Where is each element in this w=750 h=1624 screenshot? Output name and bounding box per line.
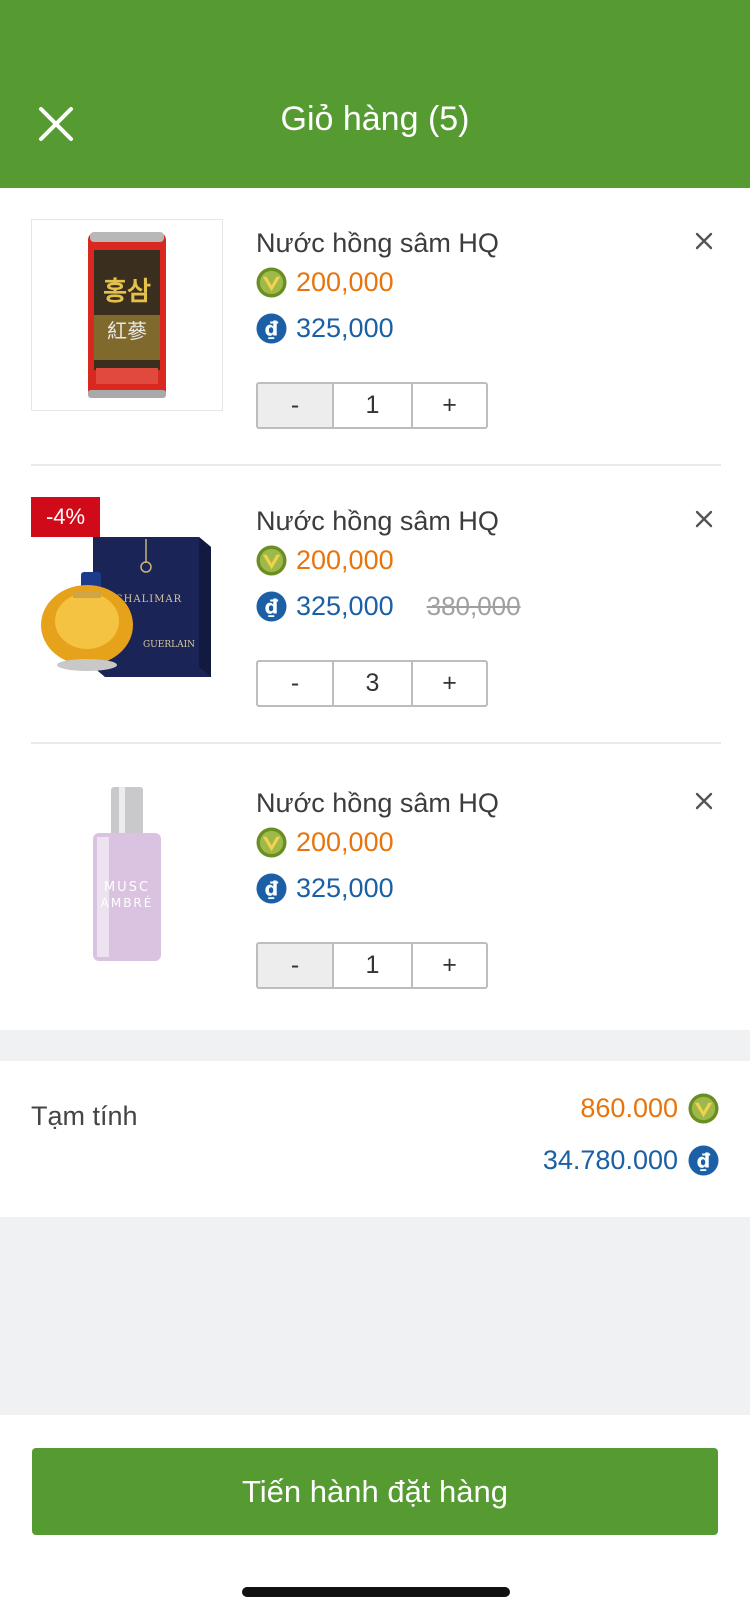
quantity-stepper: - 3 + — [256, 660, 488, 707]
increase-button[interactable]: + — [413, 944, 486, 987]
old-price: 380,000 — [426, 590, 521, 621]
decrease-button[interactable]: - — [258, 944, 334, 987]
svg-text:SHALIMAR: SHALIMAR — [116, 594, 182, 605]
price-vnd-row: ₫ 325,000 380,000 — [256, 589, 521, 623]
product-name[interactable]: Nước hồng sâm HQ — [256, 788, 499, 819]
subtotal-vnd: 34.780.000 — [542, 1145, 678, 1175]
app-header: Giỏ hàng (5) — [0, 0, 750, 188]
cart-item: MUSC AMBRÉ Nước hồng sâm HQ 200,000 ₫ 32… — [31, 748, 721, 1026]
svg-text:AMBRÉ: AMBRÉ — [101, 895, 154, 910]
divider-band — [0, 1030, 750, 1061]
quantity-stepper: - 1 + — [256, 942, 488, 989]
svg-text:₫: ₫ — [265, 317, 279, 340]
product-image[interactable]: -4% SHALIMAR GUERLAIN — [31, 497, 223, 689]
page-title: Giỏ hàng (5) — [280, 100, 470, 138]
ginseng-can-image: 홍삼 紅蔘 — [32, 220, 222, 410]
quantity-value[interactable]: 1 — [334, 384, 413, 427]
dong-icon: ₫ — [256, 872, 287, 904]
subtotal-vnd-row: 34.780.000 ₫ — [543, 1145, 719, 1176]
cart-item: -4% SHALIMAR GUERLAIN Nước hồng sâm HQ 2… — [31, 466, 721, 744]
price-vnd: 325,000 — [296, 312, 394, 343]
svg-text:홍삼: 홍삼 — [103, 277, 151, 307]
quantity-stepper: - 1 + — [256, 382, 488, 429]
price-points-row: 200,000 — [256, 543, 394, 577]
product-image[interactable]: MUSC AMBRÉ — [31, 779, 223, 971]
v-coin-icon — [688, 1093, 719, 1124]
product-image[interactable]: 홍삼 紅蔘 — [31, 219, 223, 411]
remove-icon[interactable] — [689, 786, 719, 816]
product-name[interactable]: Nước hồng sâm HQ — [256, 228, 499, 259]
svg-text:紅蔘: 紅蔘 — [107, 319, 147, 343]
price-vnd-row: ₫ 325,000 — [256, 311, 394, 345]
cart-item: 홍삼 紅蔘 Nước hồng sâm HQ 200,000 ₫ 325,000 — [31, 188, 721, 466]
price-vnd: 325,000 — [296, 872, 394, 903]
subtotal-points-row: 860.000 — [580, 1093, 719, 1124]
increase-button[interactable]: + — [413, 662, 486, 705]
quantity-value[interactable]: 3 — [334, 662, 413, 705]
subtotal-section: Tạm tính 860.000 34.780.000 ₫ — [0, 1061, 750, 1217]
price-points-row: 200,000 — [256, 825, 394, 859]
price-points: 200,000 — [296, 544, 394, 575]
svg-text:₫: ₫ — [265, 595, 279, 618]
price-points: 200,000 — [296, 266, 394, 297]
home-indicator — [242, 1587, 510, 1597]
decrease-button[interactable]: - — [258, 384, 334, 427]
v-coin-icon — [256, 826, 287, 858]
quantity-value[interactable]: 1 — [334, 944, 413, 987]
price-points-row: 200,000 — [256, 265, 394, 299]
remove-icon[interactable] — [689, 504, 719, 534]
price-points: 200,000 — [296, 826, 394, 857]
empty-area — [0, 1217, 750, 1415]
decrease-button[interactable]: - — [258, 662, 334, 705]
subtotal-points: 860.000 — [580, 1093, 678, 1123]
v-coin-icon — [256, 544, 287, 576]
cart-list: 홍삼 紅蔘 Nước hồng sâm HQ 200,000 ₫ 325,000 — [0, 188, 750, 1030]
svg-text:MUSC: MUSC — [104, 880, 150, 895]
product-name[interactable]: Nước hồng sâm HQ — [256, 506, 499, 537]
dong-icon: ₫ — [256, 590, 287, 622]
subtotal-label: Tạm tính — [31, 1101, 138, 1131]
svg-text:GUERLAIN: GUERLAIN — [143, 640, 195, 650]
price-vnd: 325,000 — [296, 590, 394, 621]
price-vnd-row: ₫ 325,000 — [256, 871, 394, 905]
dong-icon: ₫ — [256, 312, 287, 344]
discount-badge: -4% — [31, 497, 100, 537]
svg-text:₫: ₫ — [697, 1149, 711, 1172]
dong-icon: ₫ — [688, 1145, 719, 1176]
musc-perfume-image: MUSC AMBRÉ — [31, 779, 223, 971]
remove-icon[interactable] — [689, 226, 719, 256]
footer: Tiến hành đặt hàng — [0, 1415, 750, 1624]
increase-button[interactable]: + — [413, 384, 486, 427]
svg-text:₫: ₫ — [265, 877, 279, 900]
checkout-button[interactable]: Tiến hành đặt hàng — [32, 1448, 718, 1535]
v-coin-icon — [256, 266, 287, 298]
